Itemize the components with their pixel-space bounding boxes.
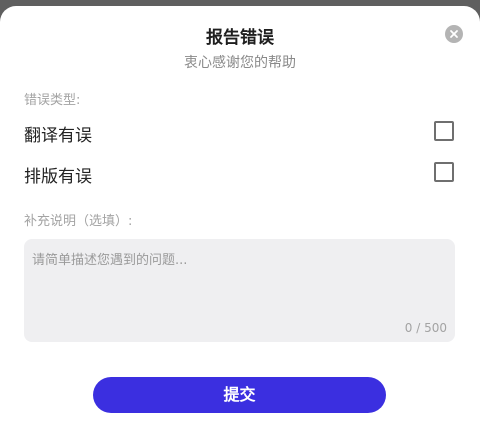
report-error-dialog: 报告错误 衷心感谢您的帮助 错误类型: 翻译有误 排版有误 补充说明（选填）: … — [0, 6, 480, 447]
error-type-label: 错误类型: — [24, 93, 81, 108]
description-input[interactable] — [24, 239, 455, 319]
description-field: 0 / 500 — [24, 239, 455, 342]
character-counter: 0 / 500 — [404, 321, 447, 335]
option-label: 翻译有误 — [24, 126, 92, 146]
submit-button[interactable]: 提交 — [93, 377, 386, 413]
description-label: 补充说明（选填）: — [24, 214, 133, 229]
option-layout-error[interactable]: 排版有误 — [24, 159, 454, 187]
close-button[interactable] — [445, 25, 463, 43]
close-icon — [450, 30, 458, 38]
option-label: 排版有误 — [24, 167, 92, 187]
dialog-title: 报告错误 — [206, 28, 274, 48]
option-translation-error[interactable]: 翻译有误 — [24, 118, 454, 146]
layout-error-checkbox[interactable] — [434, 162, 454, 182]
dialog-subtitle: 衷心感谢您的帮助 — [184, 55, 296, 71]
translation-error-checkbox[interactable] — [434, 121, 454, 141]
